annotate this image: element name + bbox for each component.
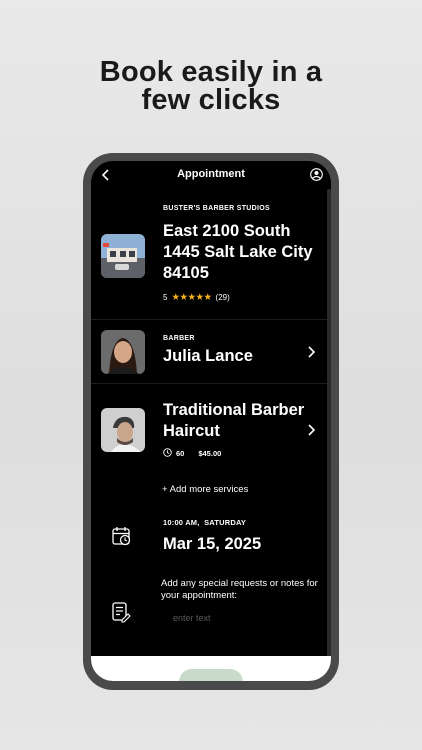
calendar-clock-icon[interactable] [111, 525, 133, 547]
app-screen: Appointment BUSTER'S BARBER STUDIOS East… [91, 161, 331, 681]
shop-address: East 2100 South 1445 Salt Lake City 8410… [163, 222, 313, 282]
headline-line-1: Book easily in a [99, 56, 323, 88]
chevron-right-icon[interactable] [307, 345, 317, 359]
shop-name: BUSTER'S BARBER STUDIOS [163, 205, 270, 212]
appointment-time: 10:00 AM, SATURDAY [163, 518, 247, 527]
service-photo [101, 408, 145, 452]
service-price: $45.00 [198, 449, 222, 458]
rating-row: 5 ★★★★★ (29) [163, 292, 230, 303]
barber-avatar [101, 330, 145, 374]
top-bar: Appointment [91, 161, 331, 189]
scrollbar[interactable] [327, 189, 331, 659]
barber-name[interactable]: Julia Lance [163, 347, 253, 366]
service-name[interactable]: Traditional Barber Haircut [163, 400, 313, 442]
chevron-right-icon[interactable] [307, 423, 317, 437]
notes-input[interactable] [163, 610, 323, 626]
notes-edit-icon [111, 601, 131, 623]
rating-value: 5 [163, 293, 168, 302]
headline: Book easily in a few clicks [0, 56, 422, 116]
book-button[interactable] [179, 669, 243, 681]
star-rating-icon: ★★★★★ [171, 292, 212, 303]
review-count: (29) [215, 293, 230, 302]
user-circle-icon[interactable] [310, 168, 323, 181]
divider [91, 319, 327, 320]
notes-prompt: Add any special requests or notes for yo… [161, 578, 318, 601]
bottom-bar [91, 656, 331, 681]
clock-icon [163, 448, 172, 459]
add-services-link[interactable]: + Add more services [162, 484, 248, 495]
page-title: Appointment [177, 168, 245, 180]
headline-line-2: few clicks [141, 84, 281, 116]
service-duration: 60 [176, 449, 185, 458]
service-meta: 60 $45.00 [163, 448, 221, 459]
shop-photo [101, 234, 145, 278]
barber-label: BARBER [163, 335, 195, 342]
appointment-date[interactable]: Mar 15, 2025 [163, 535, 261, 554]
divider [91, 383, 327, 384]
